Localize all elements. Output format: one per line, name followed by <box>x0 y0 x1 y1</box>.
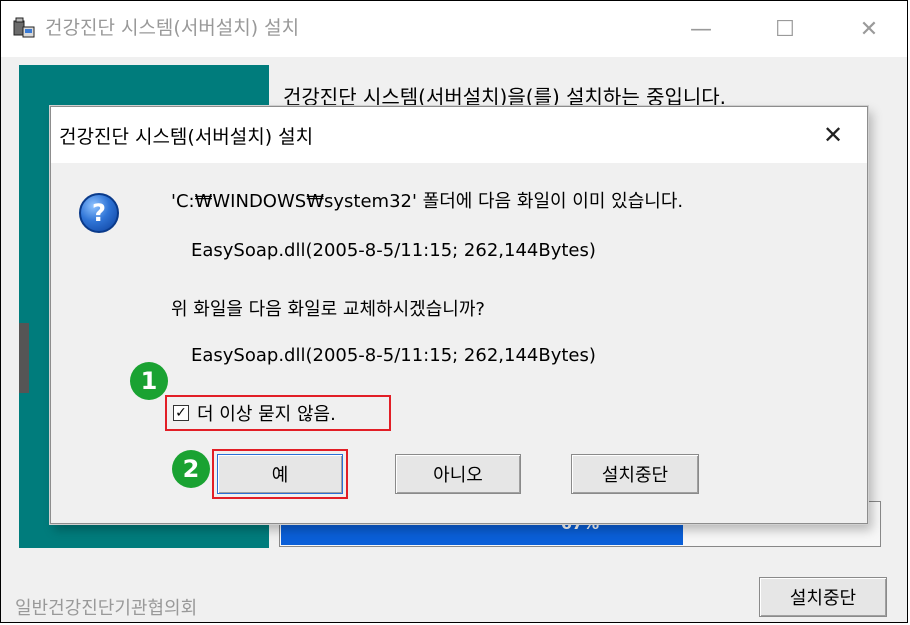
step-1-badge: 1 <box>130 362 168 400</box>
dialog-title: 건강진단 시스템(서버설치) 설치 <box>59 126 314 148</box>
banner-graphic <box>19 323 29 393</box>
new-file-info: EasySoap.dll(2005-8-5/11:15; 262,144Byte… <box>191 345 596 366</box>
no-button[interactable]: 아니오 <box>395 454 521 494</box>
abort-install-button[interactable]: 설치중단 <box>571 454 699 494</box>
dialog-titlebar: 건강진단 시스템(서버설치) 설치 ✕ <box>51 107 867 163</box>
window-titlebar: 건강진단 시스템(서버설치) 설치 — ☐ ✕ <box>1 1 907 57</box>
checkmark-icon: ✓ <box>175 405 187 421</box>
yes-button[interactable]: 예 <box>217 454 343 494</box>
dialog-close-button[interactable]: ✕ <box>813 117 853 153</box>
close-icon: ✕ <box>822 121 844 149</box>
minimize-icon: — <box>690 16 712 42</box>
close-icon: ✕ <box>859 16 879 42</box>
dont-ask-again-option[interactable]: ✓ 더 이상 묻지 않음. <box>165 395 391 431</box>
window-title: 건강진단 시스템(서버설치) 설치 <box>45 17 300 39</box>
installer-app-icon <box>13 17 35 38</box>
window-close-button[interactable]: ✕ <box>839 7 899 51</box>
question-icon: ? <box>79 193 119 233</box>
step-2-badge: 2 <box>172 450 210 488</box>
maximize-button[interactable]: ☐ <box>755 7 815 51</box>
minimize-button[interactable]: — <box>671 7 731 51</box>
existing-file-message: 'C:₩WINDOWS₩system32' 폴더에 다음 화일이 이미 있습니다… <box>171 191 684 212</box>
dont-ask-again-label: 더 이상 묻지 않음. <box>197 404 336 425</box>
existing-file-info: EasySoap.dll(2005-8-5/11:15; 262,144Byte… <box>191 240 596 261</box>
organization-label: 일반건강진단기관협의회 <box>15 598 198 619</box>
dont-ask-again-checkbox[interactable]: ✓ <box>173 405 189 421</box>
replace-question: 위 화일을 다음 화일로 교체하시겠습니까? <box>171 299 485 320</box>
cancel-install-button[interactable]: 설치중단 <box>759 577 887 617</box>
maximize-icon: ☐ <box>775 16 795 42</box>
